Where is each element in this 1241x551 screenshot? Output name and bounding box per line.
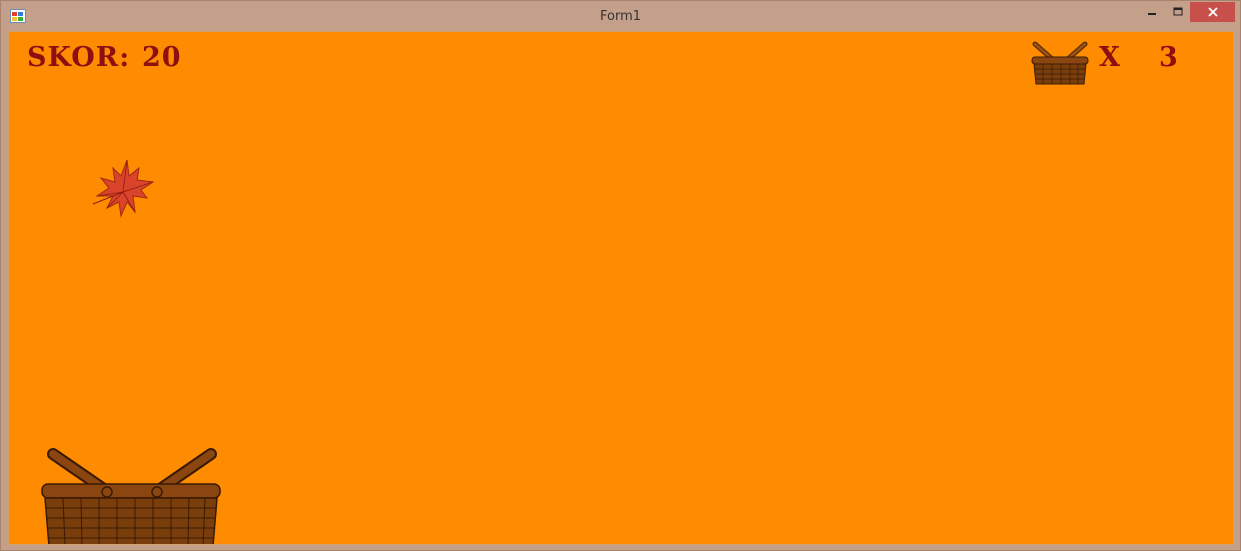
- title-bar[interactable]: Form1: [1, 1, 1240, 31]
- lives-value: 3: [1159, 42, 1179, 73]
- close-button[interactable]: [1190, 2, 1235, 22]
- basket[interactable]: [41, 446, 223, 545]
- maple-leaf: [92, 159, 155, 218]
- lives-multiplier: X: [1099, 42, 1121, 73]
- score-value: 20: [142, 42, 182, 73]
- maximize-icon: [1173, 7, 1183, 16]
- basket-icon: [1031, 41, 1089, 85]
- minimize-button[interactable]: [1139, 2, 1165, 22]
- game-window: Form1 SKOR: 20 X 3: [0, 0, 1241, 551]
- game-area[interactable]: SKOR: 20 X 3: [8, 31, 1234, 545]
- close-icon: [1207, 7, 1218, 17]
- score-label: SKOR:: [27, 42, 131, 73]
- maximize-button[interactable]: [1165, 2, 1191, 22]
- minimize-icon: [1148, 13, 1156, 15]
- window-title: Form1: [599, 9, 642, 24]
